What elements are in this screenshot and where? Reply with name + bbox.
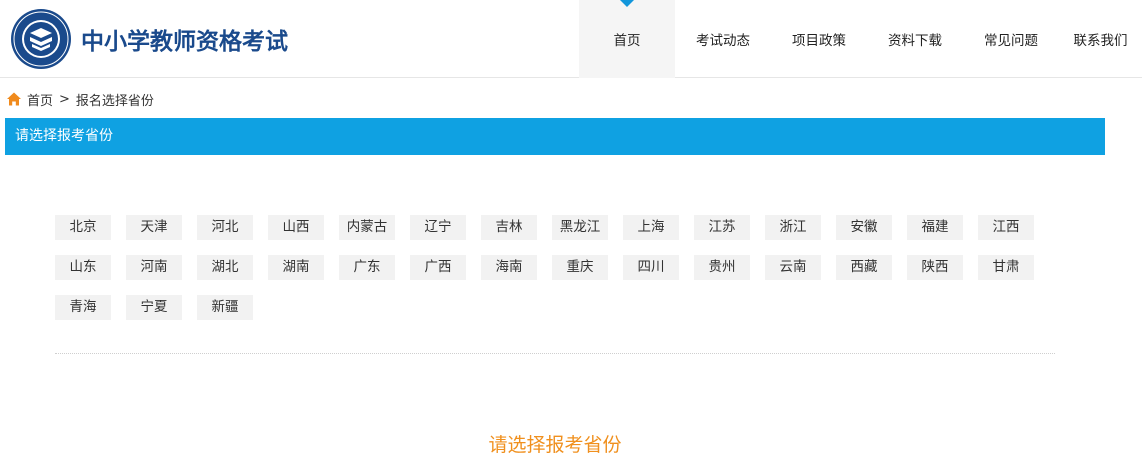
- province-button[interactable]: 内蒙古: [339, 215, 395, 240]
- active-caret-icon: [620, 0, 634, 7]
- breadcrumb-separator: >: [59, 91, 70, 107]
- province-button[interactable]: 重庆: [552, 255, 608, 280]
- nav-item-contact[interactable]: 联系我们: [1059, 0, 1142, 78]
- divider: [55, 353, 1055, 354]
- province-button[interactable]: 山西: [268, 215, 324, 240]
- main-nav: 首页 考试动态 项目政策 资料下载 常见问题 联系我们: [579, 0, 1142, 78]
- province-button[interactable]: 山东: [55, 255, 111, 280]
- nav-item-label: 常见问题: [984, 33, 1038, 49]
- province-button[interactable]: 江西: [978, 215, 1034, 240]
- province-button[interactable]: 广东: [339, 255, 395, 280]
- province-button[interactable]: 福建: [907, 215, 963, 240]
- province-button[interactable]: 河北: [197, 215, 253, 240]
- province-button[interactable]: 辽宁: [410, 215, 466, 240]
- nav-item-policy[interactable]: 项目政策: [771, 0, 867, 78]
- breadcrumb: 首页 > 报名选择省份: [6, 89, 154, 109]
- section-title: 请选择报考省份: [15, 128, 113, 144]
- site-title: 中小学教师资格考试: [81, 29, 288, 55]
- nav-item-label: 资料下载: [888, 33, 942, 49]
- province-button[interactable]: 宁夏: [126, 295, 182, 320]
- breadcrumb-current: 报名选择省份: [75, 93, 154, 109]
- province-button[interactable]: 海南: [481, 255, 537, 280]
- province-button[interactable]: 北京: [55, 215, 111, 240]
- province-button[interactable]: 江苏: [694, 215, 750, 240]
- home-icon: [7, 92, 21, 106]
- exam-logo-icon: [11, 9, 71, 69]
- nav-item-downloads[interactable]: 资料下载: [867, 0, 963, 78]
- province-button[interactable]: 贵州: [694, 255, 750, 280]
- province-button[interactable]: 黑龙江: [552, 215, 608, 240]
- province-button[interactable]: 湖南: [268, 255, 324, 280]
- province-button[interactable]: 云南: [765, 255, 821, 280]
- province-button[interactable]: 吉林: [481, 215, 537, 240]
- nav-item-label: 联系我们: [1073, 33, 1128, 49]
- nav-item-faq[interactable]: 常见问题: [963, 0, 1059, 78]
- section-title-bar: 请选择报考省份: [5, 118, 1105, 155]
- nav-item-label: 首页: [613, 33, 641, 49]
- select-province-prompt: 请选择报考省份: [488, 434, 622, 456]
- site-header: 中小学教师资格考试 首页 考试动态 项目政策 资料下载 常见问题 联系我们: [0, 0, 1142, 78]
- logo-area[interactable]: 中小学教师资格考试: [10, 8, 288, 70]
- province-button[interactable]: 广西: [410, 255, 466, 280]
- nav-item-label: 项目政策: [792, 33, 846, 49]
- nav-item-exam-news[interactable]: 考试动态: [675, 0, 771, 78]
- province-button[interactable]: 上海: [623, 215, 679, 240]
- province-button[interactable]: 陕西: [907, 255, 963, 280]
- province-button[interactable]: 四川: [623, 255, 679, 280]
- province-button[interactable]: 新疆: [197, 295, 253, 320]
- breadcrumb-home-link[interactable]: 首页: [27, 90, 53, 109]
- province-button[interactable]: 甘肃: [978, 255, 1034, 280]
- province-button[interactable]: 浙江: [765, 215, 821, 240]
- nav-item-label: 考试动态: [696, 33, 750, 49]
- nav-item-home[interactable]: 首页: [579, 0, 675, 78]
- province-button[interactable]: 天津: [126, 215, 182, 240]
- province-button[interactable]: 青海: [55, 295, 111, 320]
- province-button[interactable]: 湖北: [197, 255, 253, 280]
- province-button[interactable]: 西藏: [836, 255, 892, 280]
- province-button[interactable]: 安徽: [836, 215, 892, 240]
- province-button[interactable]: 河南: [126, 255, 182, 280]
